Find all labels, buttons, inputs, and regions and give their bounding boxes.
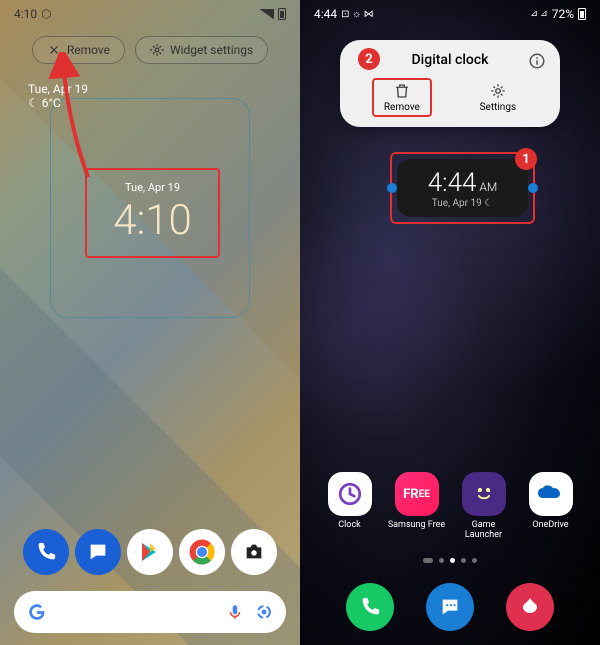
gear-icon <box>150 43 164 57</box>
search-bar[interactable] <box>14 591 286 633</box>
annotation-2: 2 <box>358 48 380 70</box>
status-icon: ⬡ <box>41 7 51 21</box>
play-store-app[interactable] <box>127 529 173 575</box>
info-icon[interactable] <box>528 52 546 70</box>
menu-settings-button[interactable]: Settings <box>468 78 529 117</box>
resize-handle-left[interactable] <box>387 183 397 193</box>
annotation-1: 1 <box>515 148 537 170</box>
gear-icon <box>489 82 507 100</box>
status-time: 4:44 <box>314 7 337 21</box>
widget-time: 4:44AM <box>428 168 498 198</box>
gallery-app[interactable] <box>506 583 554 631</box>
samsung-home-screen: 4:44 ⊡ ☼ ⋈ ⊿ ⊿ 72% Digital clock Remove … <box>300 0 600 645</box>
app-label: OneDrive <box>532 520 568 530</box>
weather-date: Tue, Apr 19 <box>28 82 272 96</box>
app-label: Game Launcher <box>453 520 515 540</box>
chrome-app[interactable] <box>179 529 225 575</box>
signal-icon <box>260 9 274 19</box>
nav-bar <box>300 583 600 631</box>
weather-temp: ☾ 6°C <box>28 96 272 110</box>
phone-app[interactable] <box>346 583 394 631</box>
widget-time: 4:10 <box>113 196 192 245</box>
menu-title: Digital clock <box>354 52 546 68</box>
menu-settings-label: Settings <box>480 102 517 113</box>
remove-button[interactable]: Remove <box>32 36 125 64</box>
mic-icon[interactable] <box>226 603 244 621</box>
battery-percent: 72% <box>552 7 574 21</box>
pixel-home-screen: 4:10 ⬡ Remove Widget settings Tue, Apr 1… <box>0 0 300 645</box>
camera-app[interactable] <box>231 529 277 575</box>
status-time: 4:10 <box>14 7 37 21</box>
remove-label: Remove <box>67 43 110 57</box>
settings-label: Widget settings <box>170 43 253 57</box>
dock <box>0 529 300 575</box>
battery-icon <box>278 8 286 20</box>
close-icon <box>47 43 61 57</box>
samsung-free-app[interactable]: FREE Samsung Free <box>386 472 448 540</box>
widget-action-bar: Remove Widget settings <box>0 28 300 72</box>
status-right <box>260 8 286 20</box>
game-launcher-app[interactable]: Game Launcher <box>453 472 515 540</box>
app-row: Clock FREE Samsung Free Game Launcher On… <box>300 472 600 540</box>
status-icons: ⊡ ☼ ⋈ <box>341 9 374 20</box>
battery-icon <box>578 8 586 20</box>
messages-app[interactable] <box>75 529 121 575</box>
digital-clock-widget[interactable]: 4:44AM Tue, Apr 19 ☾ <box>390 152 535 224</box>
widget-settings-button[interactable]: Widget settings <box>135 36 268 64</box>
widget-date: Tue, Apr 19 <box>125 181 180 194</box>
app-label: Clock <box>338 520 360 530</box>
page-indicator[interactable] <box>300 558 600 563</box>
resize-handle-right[interactable] <box>528 183 538 193</box>
google-logo-icon <box>26 601 48 623</box>
trash-icon <box>393 82 411 100</box>
weather-info[interactable]: Tue, Apr 19 ☾ 6°C <box>0 72 300 120</box>
phone-app[interactable] <box>23 529 69 575</box>
status-bar: 4:10 ⬡ <box>0 0 300 28</box>
app-label: Samsung Free <box>388 520 445 530</box>
widget-date: Tue, Apr 19 ☾ <box>432 198 493 209</box>
menu-remove-label: Remove <box>384 102 420 113</box>
messages-app[interactable] <box>426 583 474 631</box>
clock-app[interactable]: Clock <box>319 472 381 540</box>
clock-widget[interactable]: Tue, Apr 19 4:10 <box>85 168 220 258</box>
status-bar: 4:44 ⊡ ☼ ⋈ ⊿ ⊿ 72% <box>300 0 600 28</box>
onedrive-app[interactable]: OneDrive <box>520 472 582 540</box>
menu-remove-button[interactable]: Remove <box>372 78 432 117</box>
home-page-dot <box>423 558 433 563</box>
lens-icon[interactable] <box>254 602 274 622</box>
signal-icons: ⊿ ⊿ <box>530 9 547 19</box>
